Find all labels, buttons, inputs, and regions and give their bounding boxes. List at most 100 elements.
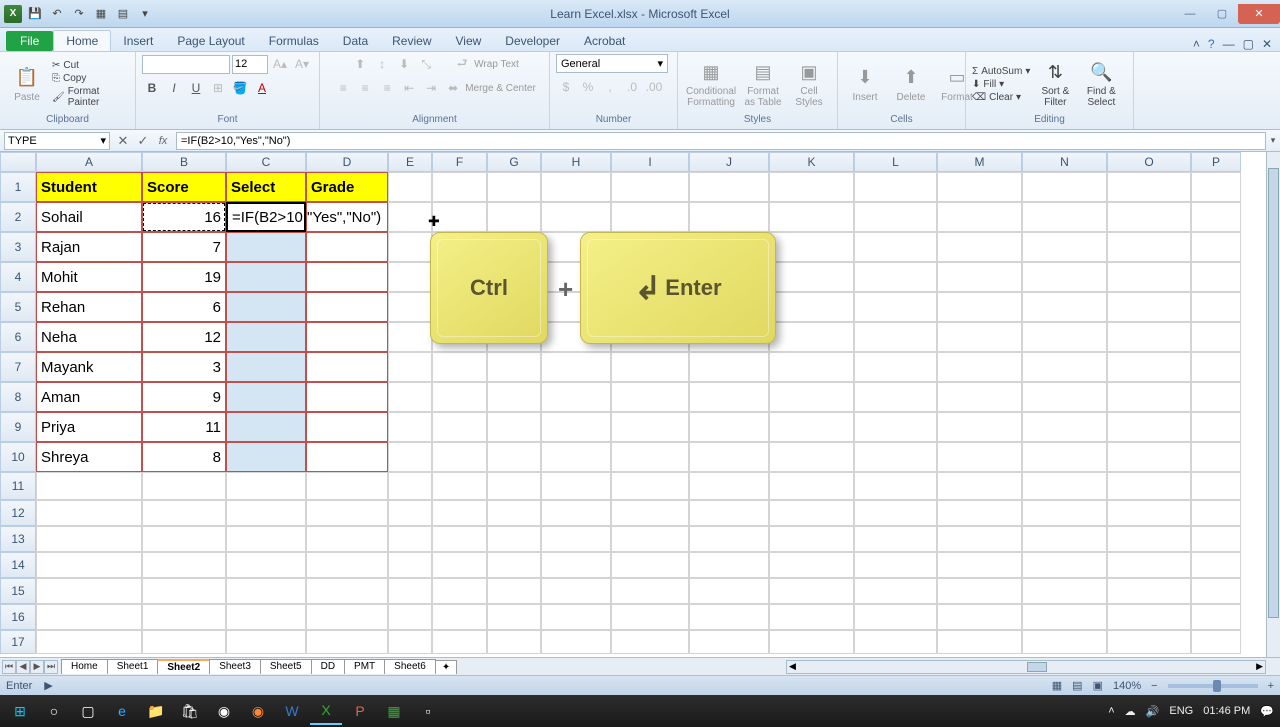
cell[interactable] (226, 412, 306, 442)
font-name-select[interactable] (142, 55, 230, 74)
cell[interactable] (388, 352, 432, 382)
cell[interactable] (487, 604, 541, 630)
delete-cells-button[interactable]: ⬆Delete (890, 64, 932, 105)
cell[interactable] (611, 552, 689, 578)
cell[interactable] (611, 202, 689, 232)
volume-icon[interactable]: 🔊 (1146, 705, 1160, 718)
font-color-button[interactable]: A (252, 78, 272, 98)
cell[interactable] (1107, 604, 1191, 630)
cell[interactable] (1022, 500, 1107, 526)
cell[interactable] (487, 382, 541, 412)
cell[interactable] (689, 382, 769, 412)
cell[interactable] (1107, 500, 1191, 526)
cell[interactable] (226, 552, 306, 578)
cell[interactable] (611, 472, 689, 500)
cell[interactable] (388, 578, 432, 604)
cortana-icon[interactable]: ○ (38, 697, 70, 725)
cell[interactable]: Mohit (36, 262, 142, 292)
cell[interactable] (854, 412, 937, 442)
cell[interactable] (1022, 172, 1107, 202)
cell[interactable] (1022, 526, 1107, 552)
cell[interactable] (769, 552, 854, 578)
cell[interactable] (487, 442, 541, 472)
cell[interactable] (226, 472, 306, 500)
cell[interactable] (226, 630, 306, 654)
col-header[interactable]: O (1107, 152, 1191, 172)
cell[interactable] (611, 382, 689, 412)
cell[interactable] (306, 552, 388, 578)
powerpoint-icon[interactable]: P (344, 697, 376, 725)
cell[interactable] (487, 352, 541, 382)
cell[interactable] (611, 442, 689, 472)
cell[interactable] (226, 322, 306, 352)
wrap-text-button[interactable]: ⮐ (452, 54, 472, 74)
cell[interactable] (854, 526, 937, 552)
increase-indent-icon[interactable]: ⇥ (421, 78, 441, 98)
first-sheet-icon[interactable]: ⏮ (2, 660, 16, 674)
cell[interactable] (1022, 382, 1107, 412)
cell[interactable] (36, 552, 142, 578)
col-header[interactable]: D (306, 152, 388, 172)
tab-acrobat[interactable]: Acrobat (572, 31, 637, 51)
cell[interactable] (306, 322, 388, 352)
cell[interactable] (36, 526, 142, 552)
cell[interactable] (689, 352, 769, 382)
tab-formulas[interactable]: Formulas (257, 31, 331, 51)
cell[interactable] (1107, 382, 1191, 412)
cell[interactable]: 6 (142, 292, 226, 322)
cell[interactable] (306, 604, 388, 630)
tab-view[interactable]: View (444, 31, 494, 51)
cell[interactable] (306, 472, 388, 500)
cell[interactable] (487, 630, 541, 654)
cell[interactable] (226, 292, 306, 322)
cell[interactable] (1022, 232, 1107, 262)
cell[interactable] (388, 442, 432, 472)
cell[interactable]: 7 (142, 232, 226, 262)
cell[interactable] (142, 604, 226, 630)
cell[interactable] (388, 630, 432, 654)
cell[interactable] (306, 292, 388, 322)
col-header[interactable]: J (689, 152, 769, 172)
row-header[interactable]: 8 (0, 382, 36, 412)
cell[interactable] (1022, 412, 1107, 442)
close-button[interactable]: ✕ (1238, 4, 1280, 24)
find-select-button[interactable]: 🔍Find & Select (1080, 58, 1122, 110)
cell[interactable] (854, 442, 937, 472)
decrease-font-icon[interactable]: A▾ (292, 54, 312, 74)
col-header[interactable]: A (36, 152, 142, 172)
sheet-tab[interactable]: Sheet2 (157, 659, 210, 674)
orientation-icon[interactable]: ⤡ (416, 54, 436, 74)
enter-formula-icon[interactable]: ✓ (134, 132, 152, 150)
cell[interactable] (388, 526, 432, 552)
cell[interactable] (937, 172, 1022, 202)
cell[interactable] (854, 500, 937, 526)
cell-styles-button[interactable]: ▣Cell Styles (788, 58, 830, 110)
cell[interactable] (769, 412, 854, 442)
view-layout-icon[interactable]: ▤ (1072, 679, 1082, 692)
cell[interactable]: Neha (36, 322, 142, 352)
select-all[interactable] (0, 152, 36, 172)
store-icon[interactable]: 🛍 (174, 697, 206, 725)
cell[interactable] (854, 472, 937, 500)
cell[interactable]: Shreya (36, 442, 142, 472)
next-sheet-icon[interactable]: ▶ (30, 660, 44, 674)
cell[interactable] (769, 172, 854, 202)
cell[interactable] (1107, 552, 1191, 578)
cell[interactable] (388, 172, 432, 202)
cell[interactable] (142, 526, 226, 552)
sheet-tab[interactable]: Sheet6 (384, 659, 436, 674)
cell[interactable] (769, 604, 854, 630)
border-button[interactable]: ⊞ (208, 78, 228, 98)
cell[interactable] (142, 472, 226, 500)
cell[interactable] (689, 202, 769, 232)
cell[interactable]: Priya (36, 412, 142, 442)
help-icon[interactable]: ? (1208, 37, 1215, 51)
sheet-tab[interactable]: Sheet1 (107, 659, 159, 674)
cell[interactable] (541, 352, 611, 382)
sheet-tab[interactable]: PMT (344, 659, 385, 674)
cell[interactable] (937, 500, 1022, 526)
cell[interactable] (854, 262, 937, 292)
cell[interactable] (769, 442, 854, 472)
firefox-icon[interactable]: ◉ (242, 697, 274, 725)
cell[interactable] (937, 232, 1022, 262)
